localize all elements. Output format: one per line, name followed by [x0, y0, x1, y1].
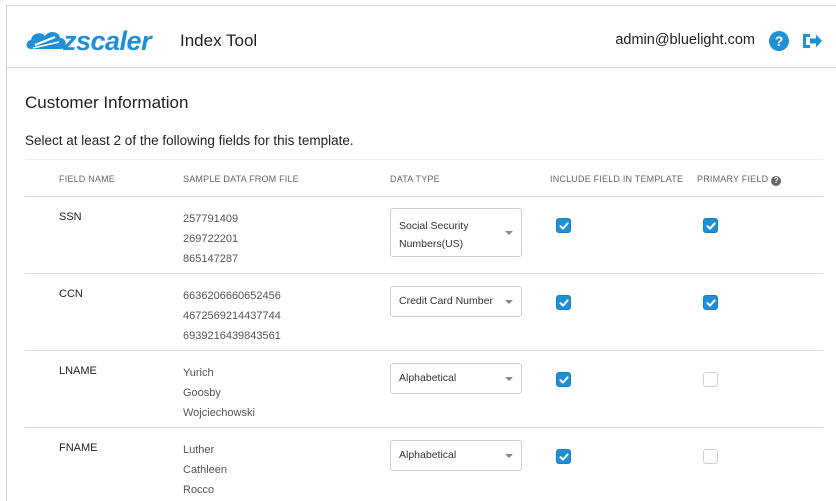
sample-value: 865147287 [183, 253, 239, 265]
checkmark-icon [706, 222, 716, 230]
instruction-text: Select at least 2 of the following field… [25, 133, 354, 148]
column-header-sample-data: SAMPLE DATA FROM FILE [183, 174, 299, 184]
chevron-down-icon [505, 300, 513, 304]
field-name: LNAME [59, 365, 97, 377]
top-header: zscaler Index Tool admin@bluelight.com ? [7, 6, 836, 68]
app-frame: zscaler Index Tool admin@bluelight.com ?… [6, 5, 836, 501]
primary-header-label: PRIMARY FIELD [697, 174, 769, 184]
primary-field-checkbox[interactable] [703, 218, 718, 233]
checkmark-icon [559, 222, 569, 230]
sample-value: 4672569214437744 [183, 310, 281, 322]
checkmark-icon [559, 453, 569, 461]
include-field-checkbox[interactable] [556, 218, 571, 233]
chevron-down-icon [505, 377, 513, 381]
include-field-checkbox[interactable] [556, 372, 571, 387]
section-title: Customer Information [25, 93, 189, 112]
sample-value: Luther [183, 444, 215, 456]
table-row: SSN 257791409 269722201 865147287 Social… [25, 197, 823, 274]
sample-value: Yurich [183, 367, 214, 379]
include-field-checkbox[interactable] [556, 449, 571, 464]
data-type-selected: Alphabetical [399, 372, 457, 384]
sample-value: Cathleen [183, 464, 228, 476]
checkmark-icon [559, 376, 569, 384]
column-header-field-name: FIELD NAME [59, 174, 116, 184]
column-header-primary: PRIMARY FIELD? [697, 174, 782, 186]
sample-data: Luther Cathleen Rocco [183, 440, 227, 500]
primary-field-checkbox[interactable] [703, 295, 718, 310]
checkmark-icon [706, 299, 716, 307]
sample-data: Yurich Goosby Wojciechowski [183, 363, 255, 423]
chevron-down-icon [505, 454, 513, 458]
data-type-selected: Social Security Numbers(US) [399, 220, 469, 250]
table-row: FNAME Luther Cathleen Rocco Alphabetical [25, 428, 823, 501]
primary-field-checkbox[interactable] [703, 449, 718, 464]
sample-value: Goosby [183, 387, 221, 399]
sample-value: 6636206660652456 [183, 290, 281, 302]
data-type-selected: Alphabetical [399, 449, 457, 461]
checkmark-icon [559, 299, 569, 307]
help-icon[interactable]: ? [769, 31, 789, 51]
sample-value: Rocco [183, 484, 215, 496]
primary-field-help-icon[interactable]: ? [771, 176, 782, 186]
sample-value: 257791409 [183, 213, 239, 225]
table-row: CCN 6636206660652456 4672569214437744 69… [25, 274, 823, 351]
data-type-select[interactable]: Alphabetical [390, 363, 522, 394]
logo-text: zscaler [63, 26, 152, 56]
sample-value: Wojciechowski [183, 407, 255, 419]
sample-value: 6939216439843561 [183, 330, 281, 342]
table-header: FIELD NAME SAMPLE DATA FROM FILE DATA TY… [25, 159, 823, 197]
data-type-select[interactable]: Alphabetical [390, 440, 522, 471]
logout-icon[interactable] [801, 31, 823, 51]
field-name: FNAME [59, 442, 98, 454]
sample-data: 6636206660652456 4672569214437744 693921… [183, 286, 281, 346]
fields-table: FIELD NAME SAMPLE DATA FROM FILE DATA TY… [25, 159, 823, 501]
data-type-select[interactable]: Social Security Numbers(US) [390, 208, 522, 257]
sample-data: 257791409 269722201 865147287 [183, 209, 238, 269]
table-row: LNAME Yurich Goosby Wojciechowski Alphab… [25, 351, 823, 428]
include-field-checkbox[interactable] [556, 295, 571, 310]
zscaler-logo: zscaler [25, 26, 163, 56]
primary-field-checkbox[interactable] [703, 372, 718, 387]
data-type-select[interactable]: Credit Card Number [390, 286, 522, 317]
user-email[interactable]: admin@bluelight.com [615, 32, 755, 48]
field-name: SSN [59, 211, 82, 223]
data-type-selected: Credit Card Number [399, 295, 493, 307]
chevron-down-icon [505, 231, 513, 235]
app-title: Index Tool [180, 31, 258, 50]
field-name: CCN [59, 288, 83, 300]
column-header-include: INCLUDE FIELD IN TEMPLATE [550, 174, 684, 184]
column-header-data-type: DATA TYPE [390, 174, 440, 184]
sample-value: 269722201 [183, 233, 239, 245]
